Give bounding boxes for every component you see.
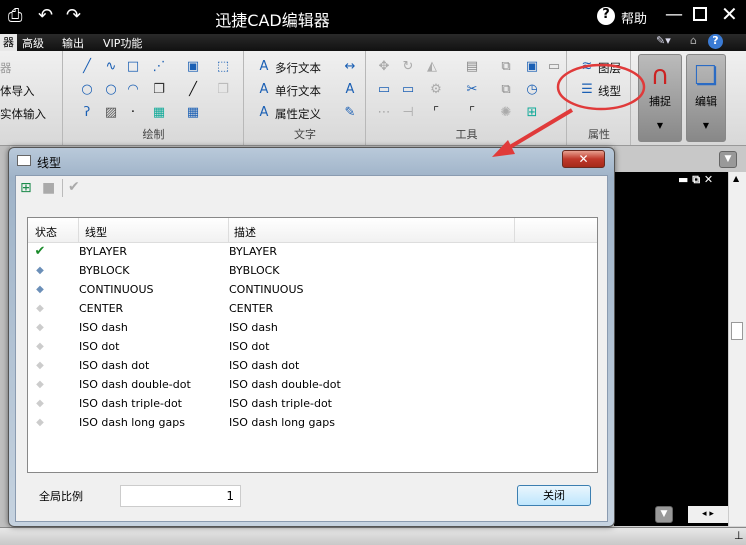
- annotation-arrow: [503, 108, 574, 152]
- highlight-circle: [556, 63, 646, 111]
- annotation-overlay: [492, 63, 646, 157]
- arrow-head: [492, 140, 515, 157]
